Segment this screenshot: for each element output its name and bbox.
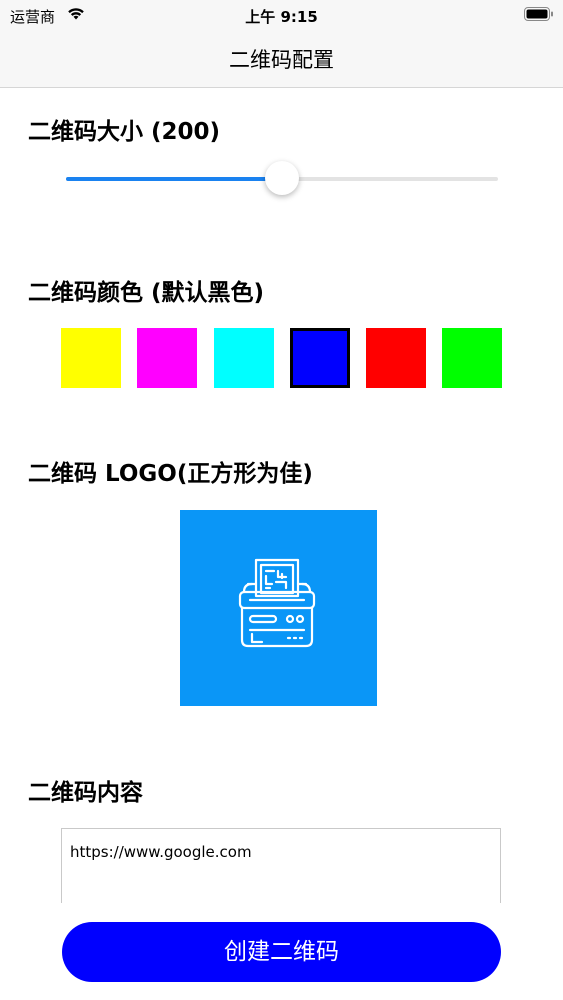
color-swatch[interactable] xyxy=(442,328,502,388)
logo-section-title: 二维码 LOGO(正方形为佳) xyxy=(28,461,313,487)
slider-thumb[interactable] xyxy=(265,161,299,195)
content-input[interactable]: https://www.google.com xyxy=(61,828,501,903)
status-bar: 运营商 上午 9:15 xyxy=(0,0,563,32)
size-slider[interactable] xyxy=(66,161,498,195)
color-swatch[interactable] xyxy=(214,328,274,388)
battery-icon xyxy=(524,7,554,21)
color-swatch[interactable] xyxy=(61,328,121,388)
content-section-title: 二维码内容 xyxy=(28,780,143,806)
create-qrcode-button[interactable]: 创建二维码 xyxy=(62,922,501,982)
logo-picker[interactable] xyxy=(180,510,377,706)
size-section-title: 二维码大小 (200) xyxy=(28,119,221,145)
color-section-title: 二维码颜色 (默认黑色) xyxy=(28,280,265,306)
printer-icon xyxy=(238,558,316,648)
navigation-bar: 二维码配置 xyxy=(0,32,563,88)
slider-fill xyxy=(66,177,282,181)
color-swatch[interactable] xyxy=(366,328,426,388)
color-swatch[interactable] xyxy=(290,328,350,388)
page-title: 二维码配置 xyxy=(229,48,334,72)
color-swatch[interactable] xyxy=(137,328,197,388)
status-time: 上午 9:15 xyxy=(245,8,318,26)
